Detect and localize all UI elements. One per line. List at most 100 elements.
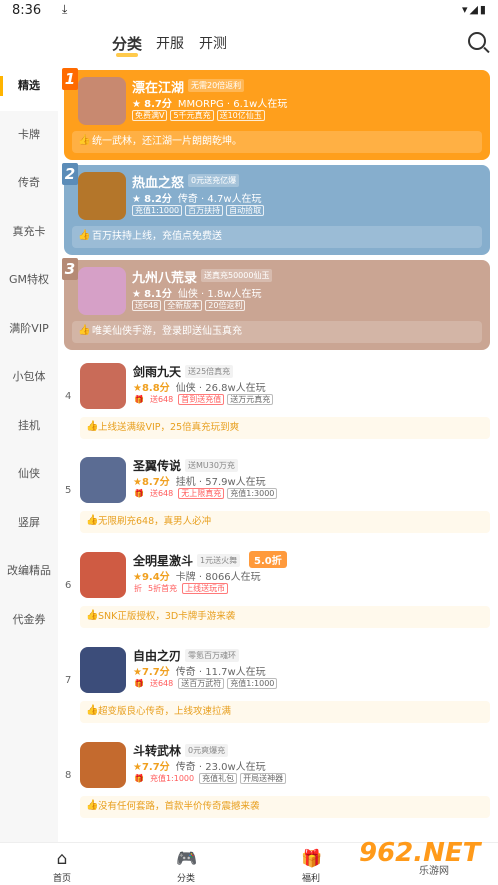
- rank-badge: 2: [62, 163, 78, 185]
- star-icon: ★: [133, 572, 142, 583]
- thumbs-up-icon: 👍: [78, 325, 91, 336]
- promo-label: 0元爽爆充: [185, 744, 229, 757]
- game-thumbnail[interactable]: [80, 457, 126, 503]
- sidebar-item[interactable]: 仙侠: [0, 450, 58, 499]
- game-thumbnail[interactable]: [80, 363, 126, 409]
- sidebar-item[interactable]: 代金券: [0, 596, 58, 645]
- game-players: MMORPG · 6.1w人在玩: [177, 99, 288, 110]
- nav-category[interactable]: 🎮 分类: [156, 849, 216, 884]
- game-description: 👍 唯美仙侠手游，登录即送仙玉真充: [72, 321, 482, 343]
- game-players: 挂机 · 57.9w人在玩: [175, 477, 266, 488]
- game-meta: ★7.7分 传奇 · 23.0w人在玩: [133, 758, 266, 773]
- game-tag: 自动拾取: [226, 205, 265, 216]
- gift-icon: 🎁: [134, 679, 144, 688]
- description-text: 百万扶持上线，充值点免费送: [92, 231, 222, 242]
- tab-test[interactable]: 开测: [199, 33, 227, 53]
- sidebar-item[interactable]: 传奇: [0, 159, 58, 208]
- tag-list: 🎁 送648 无上限真充 充值1:3000: [133, 488, 280, 499]
- description-text: 无限刷充648，真男人必冲: [98, 516, 212, 527]
- game-rating: 7.7分: [141, 667, 170, 678]
- tag-list: 🎁 送648 首到送充值 送万元真充: [133, 394, 276, 405]
- sidebar-item[interactable]: 精选: [0, 62, 58, 111]
- game-row[interactable]: 8 斗转武林 0元爽爆充 ★7.7分 传奇 · 23.0w人在玩 🎁 充值1:1000 充值礼…: [58, 738, 498, 833]
- game-tag: 上线送玩币: [182, 583, 229, 594]
- promo-label: 送MU30万充: [185, 459, 238, 472]
- promo-label: 无需20倍返利: [188, 79, 245, 92]
- game-name: 热血之怒: [132, 176, 185, 191]
- game-thumbnail[interactable]: [80, 742, 126, 788]
- star-icon: ★: [132, 194, 145, 205]
- tag-list: 免费满V 5千元真充 送10亿仙玉: [132, 110, 268, 121]
- search-icon[interactable]: [468, 32, 486, 50]
- top-game-card[interactable]: 3 九州八荒录 送真充50000仙玉 ★ 8.1分 仙侠 · 1.8w人在玩 送648 全新…: [62, 258, 490, 350]
- tab-server[interactable]: 开服: [156, 33, 184, 53]
- promo-label: 零氪百万魂环: [185, 649, 239, 662]
- top-bar: 分类 开服 开测: [0, 22, 498, 62]
- game-thumbnail[interactable]: [78, 267, 126, 315]
- game-tag: 5千元真充: [170, 110, 214, 121]
- sidebar-item[interactable]: 小包体: [0, 353, 58, 402]
- gift-icon: 🎁: [301, 849, 323, 869]
- game-thumbnail[interactable]: [78, 77, 126, 125]
- description-text: 统一武林，还江湖一片朗朗乾坤。: [92, 136, 242, 147]
- game-thumbnail[interactable]: [80, 552, 126, 598]
- game-meta: ★ 8.7分 MMORPG · 6.1w人在玩: [132, 95, 287, 110]
- game-tag: 充值1:1000: [132, 205, 183, 216]
- game-rating: 8.7分: [141, 477, 170, 488]
- nav-category-label: 分类: [176, 874, 195, 884]
- home-icon: ⌂: [56, 849, 68, 869]
- game-name: 九州八荒录: [132, 271, 198, 286]
- game-row[interactable]: 6 全明星激斗 1元送火舞 5.0折 ★9.4分 卡牌 · 8066人在玩折 5折首充 上线送…: [58, 548, 498, 643]
- tag-list: 送648 全新版本 20倍返利: [132, 300, 248, 311]
- game-tag: 送百万武符: [178, 678, 225, 689]
- sidebar-item[interactable]: 卡牌: [0, 111, 58, 160]
- nav-welfare[interactable]: 🎁 福利: [281, 849, 341, 884]
- game-tag: 首到送充值: [178, 394, 225, 405]
- sidebar-item[interactable]: 满阶VIP: [0, 305, 58, 354]
- thumbs-up-icon: 👍: [86, 515, 99, 526]
- thumbs-up-icon: 👍: [86, 705, 99, 716]
- game-tag: 送648: [149, 395, 174, 404]
- game-name: 圣翼传说: [133, 459, 182, 473]
- top-game-card[interactable]: 2 热血之怒 0元送充亿爆 ★ 8.2分 传奇 · 4.7w人在玩 充值1:1000 百万扶…: [62, 163, 490, 255]
- game-tag: 送万元真充: [227, 394, 274, 405]
- rank-number: 8: [65, 770, 72, 781]
- game-tag: 送648: [132, 300, 162, 311]
- nav-home[interactable]: ⌂ 首页: [32, 849, 92, 884]
- tag-list: 🎁 送648 送百万武符 充值1:1000: [133, 678, 280, 689]
- status-time: 8:36: [12, 3, 42, 18]
- game-name: 全明星激斗: [133, 554, 194, 568]
- game-row[interactable]: 7 自由之刃 零氪百万魂环 ★7.7分 传奇 · 11.7w人在玩 🎁 送648 送百万武符充…: [58, 643, 498, 738]
- game-name: 漂在江湖: [132, 81, 185, 96]
- promo-label: 送25倍真充: [185, 365, 234, 378]
- game-name: 剑雨九天: [133, 365, 182, 379]
- sidebar-item[interactable]: 改编精品: [0, 547, 58, 596]
- game-tag: 送648: [149, 679, 174, 688]
- watermark: 962.NET 乐游网: [359, 838, 494, 883]
- description-text: SNK正版授权，3D卡牌手游来袭: [98, 611, 236, 622]
- star-icon: ★: [132, 289, 145, 300]
- game-players: 卡牌 · 8066人在玩: [175, 572, 261, 583]
- nav-home-label: 首页: [52, 874, 71, 884]
- game-row[interactable]: 4 剑雨九天 送25倍真充 ★8.8分 仙侠 · 26.8w人在玩 🎁 送648 首到送充值送…: [58, 359, 498, 454]
- game-thumbnail[interactable]: [80, 647, 126, 693]
- rank-number: 6: [65, 580, 72, 591]
- game-row[interactable]: 5 圣翼传说 送MU30万充 ★8.7分 挂机 · 57.9w人在玩 🎁 送648 无上限真充…: [58, 453, 498, 548]
- download-icon: ⤓: [62, 2, 68, 16]
- sidebar-item[interactable]: 挂机: [0, 402, 58, 451]
- game-tag: 免费满V: [132, 110, 168, 121]
- game-rating: 8.2分: [144, 194, 172, 205]
- top-game-card[interactable]: 1 漂在江湖 无需20倍返利 ★ 8.7分 MMORPG · 6.1w人在玩 免费满V 5千…: [62, 68, 490, 160]
- sidebar-item[interactable]: GM特权: [0, 256, 58, 305]
- gift-icon: 🎁: [134, 395, 144, 404]
- rank-number: 7: [65, 675, 72, 686]
- game-tag: 20倍返利: [205, 300, 246, 311]
- sidebar-item[interactable]: 真充卡: [0, 208, 58, 257]
- game-rating: 8.8分: [141, 383, 170, 394]
- game-thumbnail[interactable]: [78, 172, 126, 220]
- game-players: 仙侠 · 26.8w人在玩: [175, 383, 266, 394]
- tab-category[interactable]: 分类: [112, 33, 142, 57]
- game-rating: 9.4分: [141, 572, 170, 583]
- sidebar-item[interactable]: 竖屏: [0, 499, 58, 548]
- game-players: 传奇 · 4.7w人在玩: [177, 194, 262, 205]
